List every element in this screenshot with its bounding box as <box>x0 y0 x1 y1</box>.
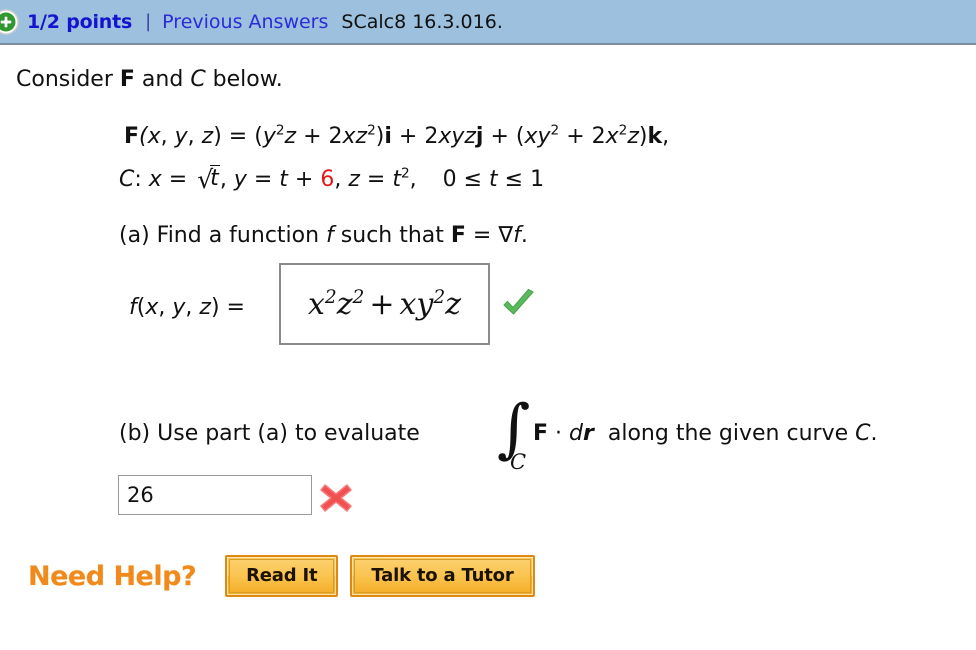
integral-subscript-label: C <box>510 450 527 474</box>
header-separator: | <box>145 11 152 32</box>
integrand-F-symbol: F <box>533 421 549 446</box>
status-header-bar: 1/2 points | Previous Answers SCalc8 16.… <box>0 0 976 45</box>
need-help-label: Need Help? <box>28 560 197 592</box>
part-b-along-text: along the given curve <box>607 421 856 446</box>
part-b-period: . <box>870 421 878 446</box>
part-a-answer-value: x2z2 + xy2z <box>307 286 462 322</box>
part-a-prefix: (a) Find a function <box>119 223 327 248</box>
question-intro-line: Consider F and C below. <box>16 67 283 92</box>
talk-to-a-tutor-button-label: Talk to a Tutor <box>354 559 531 593</box>
read-it-button-label: Read It <box>229 559 335 593</box>
talk-to-a-tutor-button[interactable]: Talk to a Tutor <box>350 555 535 597</box>
highlighted-constant: 6 <box>320 167 335 192</box>
green-check-icon <box>500 287 538 321</box>
integrand-d-symbol: d <box>569 421 583 446</box>
part-a-f-symbol-2: f <box>513 223 521 248</box>
read-it-button[interactable]: Read It <box>225 555 339 597</box>
green-plus-circle-icon <box>0 8 19 35</box>
part-a-period: . <box>520 223 528 248</box>
part-a-answer-box[interactable]: x2z2 + xy2z <box>279 263 490 345</box>
part-a-answer-label: f(x, y, z) = <box>129 295 245 320</box>
problem-id-label: SCalc8 16.3.016. <box>341 10 503 33</box>
intro-prefix-text: Consider <box>16 67 120 92</box>
intro-curve-symbol: C <box>190 67 206 92</box>
integrand-r-symbol: r <box>583 421 594 446</box>
need-help-row: Need Help? Read It Talk to a Tutor <box>28 555 535 597</box>
points-earned-label: 1/2 points <box>27 10 133 33</box>
previous-answers-link[interactable]: Previous Answers <box>162 11 328 33</box>
intro-vector-symbol: F <box>119 67 135 92</box>
intro-mid-text: and <box>134 67 191 92</box>
part-b-answer-input[interactable] <box>118 475 312 515</box>
red-cross-icon <box>318 481 354 515</box>
integrand-dot-symbol: · <box>555 421 563 446</box>
curve-definition: C: x = √t, y = t + 6, z = t2, 0 ≤ t ≤ 1 <box>119 165 545 194</box>
intro-suffix-text: below. <box>205 67 283 92</box>
vector-field-definition: F(x, y, z) = (y2z + 2xz2)i + 2xyzj + (xy… <box>124 122 670 149</box>
part-b-curve-symbol: C <box>855 421 871 446</box>
part-b-prompt-prefix: (b) Use part (a) to evaluate <box>119 421 420 446</box>
part-a-f-symbol: f <box>326 223 334 248</box>
part-a-eq: = ∇ <box>465 223 514 248</box>
part-a-prompt: (a) Find a function f such that F = ∇f. <box>119 223 528 248</box>
part-a-mid: such that <box>333 223 451 248</box>
part-b-prompt-suffix: F · dr along the given curve C. <box>533 421 878 446</box>
part-a-F-symbol: F <box>450 223 466 248</box>
